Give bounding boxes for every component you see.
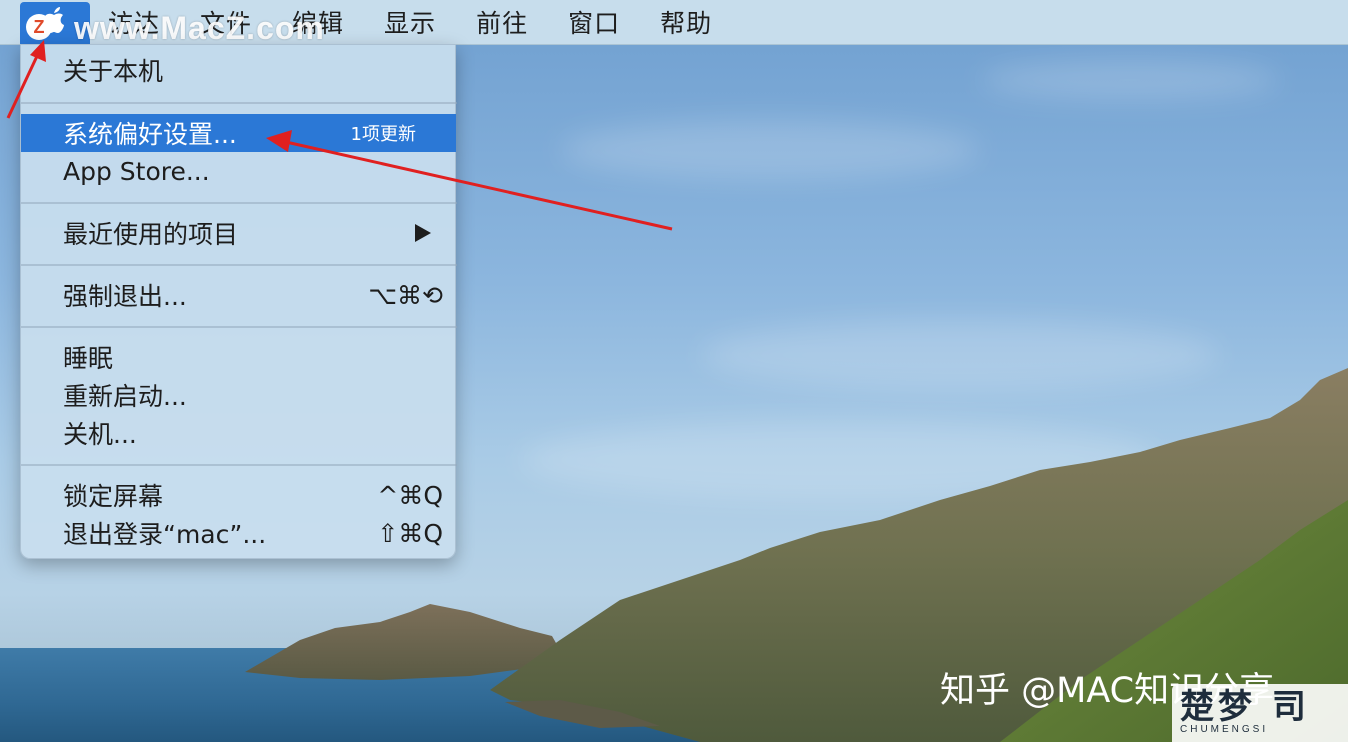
menubar-help[interactable]: 帮助 bbox=[660, 4, 712, 40]
menu-item-lock-screen[interactable]: 锁定屏幕 ^⌘Q bbox=[21, 476, 457, 514]
menu-item-system-preferences[interactable]: 系统偏好设置... 1项更新 bbox=[21, 114, 456, 152]
menu-item-recent-items[interactable]: 最近使用的项目 bbox=[21, 214, 457, 252]
menu-separator bbox=[21, 464, 457, 466]
force-quit-shortcut: ⌥⌘⟲ bbox=[368, 280, 443, 310]
apple-menu-dropdown: 关于本机 系统偏好设置... 1项更新 App Store... 最近使用的项目… bbox=[20, 44, 457, 559]
menu-item-force-quit-label: 强制退出... bbox=[63, 282, 187, 311]
menu-item-shutdown-label: 关机... bbox=[63, 420, 137, 449]
watermark-url: www.MacZ.com bbox=[74, 10, 325, 46]
menu-item-restart-label: 重新启动... bbox=[63, 382, 187, 411]
menubar-view[interactable]: 显示 bbox=[384, 4, 436, 40]
menu-item-app-store[interactable]: App Store... bbox=[21, 152, 457, 190]
menu-item-lock-screen-label: 锁定屏幕 bbox=[63, 482, 164, 511]
menu-item-logout[interactable]: 退出登录“mac”... ⇧⌘Q bbox=[21, 514, 457, 552]
update-badge: 1项更新 bbox=[350, 124, 416, 145]
chumengsi-logo-subtext: CHUMENGSI bbox=[1180, 724, 1269, 735]
chumengsi-watermark-badge: 楚梦 司 CHUMENGSI bbox=[1172, 684, 1348, 742]
menu-separator bbox=[21, 102, 457, 104]
menu-separator bbox=[21, 326, 457, 328]
menu-item-recent-items-label: 最近使用的项目 bbox=[63, 220, 239, 249]
menu-separator bbox=[21, 202, 457, 204]
chumengsi-logo-text: 楚梦 司 bbox=[1180, 687, 1310, 727]
menu-item-logout-label: 退出登录“mac”... bbox=[63, 520, 267, 549]
submenu-arrow-icon bbox=[415, 224, 431, 242]
logout-shortcut: ⇧⌘Q bbox=[377, 518, 443, 548]
watermark-z-logo: Z bbox=[26, 14, 52, 40]
menu-separator bbox=[21, 264, 457, 266]
menu-item-about[interactable]: 关于本机 bbox=[21, 51, 457, 89]
menubar-go[interactable]: 前往 bbox=[476, 4, 528, 40]
menu-item-app-store-label: App Store... bbox=[63, 156, 210, 186]
lock-screen-shortcut: ^⌘Q bbox=[377, 480, 443, 510]
menu-item-shutdown[interactable]: 关机... bbox=[21, 414, 457, 452]
menu-item-about-label: 关于本机 bbox=[63, 57, 164, 86]
menu-item-restart[interactable]: 重新启动... bbox=[21, 376, 457, 414]
menubar-window[interactable]: 窗口 bbox=[568, 4, 620, 40]
menu-item-sleep-label: 睡眠 bbox=[63, 344, 114, 373]
menu-item-system-preferences-label: 系统偏好设置... bbox=[63, 120, 237, 149]
menu-item-force-quit[interactable]: 强制退出... ⌥⌘⟲ bbox=[21, 276, 457, 314]
menu-item-sleep[interactable]: 睡眠 bbox=[21, 338, 457, 376]
